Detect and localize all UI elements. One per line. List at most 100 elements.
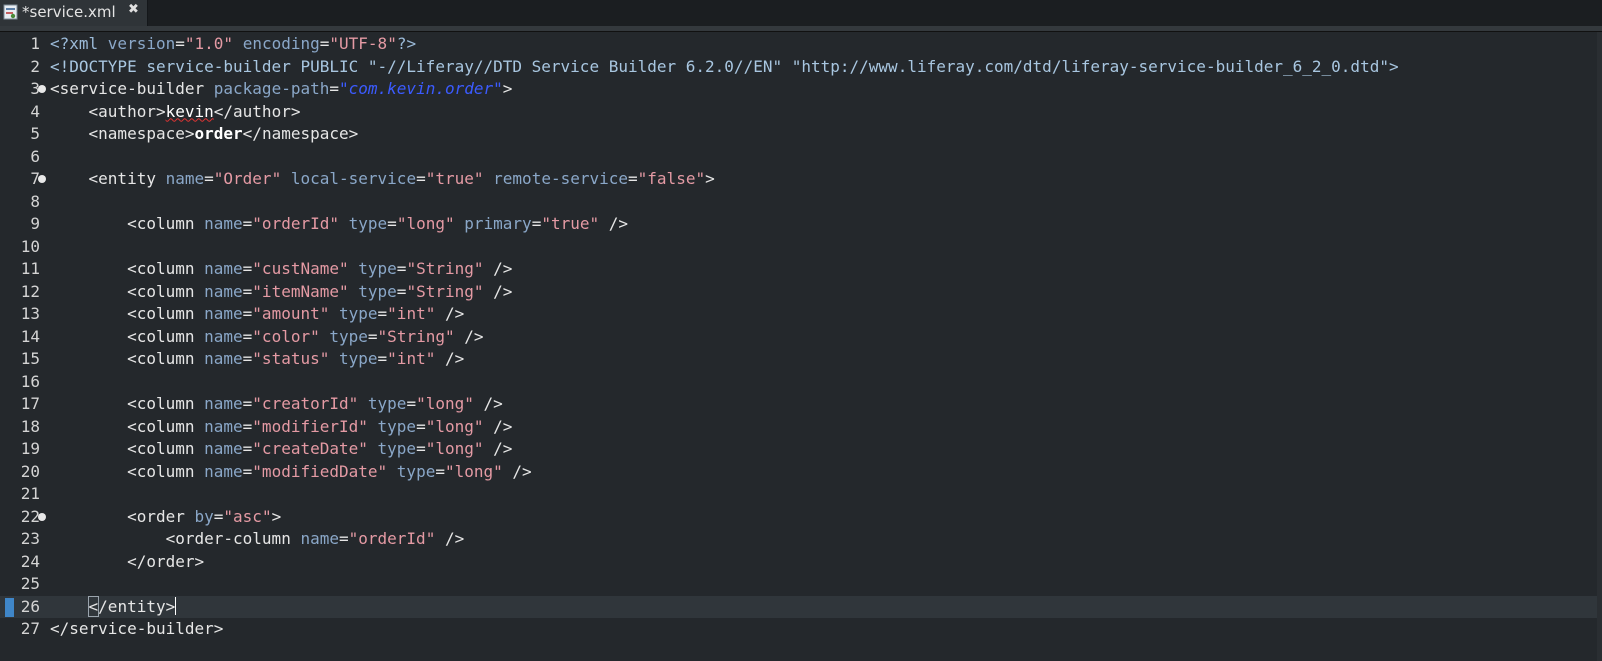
token-tag: =: [377, 304, 388, 323]
code-text: <column name="color" type="String" />: [50, 326, 483, 349]
token-valb: "com.kevin.order": [339, 79, 503, 98]
code-line-5[interactable]: 5 <namespace>order</namespace>: [0, 123, 1602, 146]
code-text: </entity>: [50, 595, 177, 619]
line-number: 16: [20, 371, 40, 391]
token-tag: =: [531, 214, 542, 233]
code-line-12[interactable]: 12 <column name="itemName" type="String"…: [0, 281, 1602, 304]
token-tag: </service-builder>: [50, 619, 224, 638]
code-text: <order by="asc">: [50, 506, 281, 529]
fold-toggle-icon[interactable]: [38, 85, 46, 93]
code-line-23[interactable]: 23 <order-column name="orderId" />: [0, 528, 1602, 551]
token-val: "String": [377, 326, 455, 346]
code-line-1[interactable]: 1 <?xml version="1.0" encoding="UTF-8"?>: [0, 33, 1602, 56]
token-tag: =: [387, 214, 397, 233]
token-val: "long": [425, 416, 484, 436]
token-val: "modifierId": [252, 416, 368, 436]
code-text: <column name="amount" type="int" />: [50, 303, 464, 326]
token-tag: <namespace>: [50, 124, 195, 143]
code-line-26[interactable]: 26 </entity>: [0, 595, 1602, 619]
token-tag: [349, 259, 359, 278]
code-line-7[interactable]: 7 <entity name="Order" local-service="tr…: [0, 168, 1602, 191]
code-line-6[interactable]: 6: [0, 146, 1602, 169]
token-tag: <entity: [50, 169, 166, 188]
token-tag: =: [242, 326, 253, 346]
code-line-17[interactable]: 17 <column name="creatorId" type="long" …: [0, 393, 1602, 416]
code-line-8[interactable]: 8: [0, 191, 1602, 214]
token-bold: order: [194, 124, 243, 143]
close-icon[interactable]: ✖: [128, 2, 139, 17]
token-val: "int": [387, 349, 436, 368]
code-line-4[interactable]: 4 <author>kevin</author>: [0, 101, 1602, 124]
line-number: 17: [20, 394, 40, 413]
token-attr: encoding: [242, 34, 320, 53]
token-attr: name: [204, 281, 243, 301]
code-line-15[interactable]: 15 <column name="status" type="int" />: [0, 348, 1602, 371]
token-tag: <service-builder: [50, 79, 214, 98]
token-attr: type: [348, 214, 388, 233]
code-editor[interactable]: 1 <?xml version="1.0" encoding="UTF-8"?> 2…: [0, 32, 1602, 661]
code-line-19[interactable]: 19 <column name="createDate" type="long"…: [0, 438, 1602, 461]
code-line-10[interactable]: 10: [0, 236, 1602, 259]
token-attr: type: [339, 349, 378, 368]
token-tag: /entity>: [98, 596, 176, 616]
token-tag: />: [483, 439, 513, 458]
code-line-25[interactable]: 25: [0, 573, 1602, 596]
tab-service-xml[interactable]: *service.xml ✖: [0, 0, 148, 26]
token-val: "long": [416, 394, 474, 413]
code-line-22[interactable]: 22 <order by="asc">: [0, 506, 1602, 529]
token-val: "String": [406, 259, 484, 278]
token-tag: =: [319, 34, 330, 53]
token-attr: remote-service: [493, 169, 629, 188]
code-text: </order>: [50, 551, 204, 574]
code-text: <service-builder package-path="com.kevin…: [50, 78, 512, 101]
token-tag: =: [416, 169, 426, 188]
token-attr: local-service: [290, 169, 417, 188]
token-tag: <column: [50, 259, 205, 278]
code-line-11[interactable]: 11 <column name="custName" type="String"…: [0, 258, 1602, 281]
token-tag: =: [628, 169, 638, 188]
token-tag: [358, 394, 368, 413]
token-tag: </author>: [213, 101, 301, 121]
code-line-2[interactable]: 2 <!DOCTYPE service-builder PUBLIC "-//Li…: [0, 56, 1602, 79]
token-tag: [368, 417, 378, 436]
code-text: </service-builder>: [50, 618, 223, 641]
xml-editor-window: *service.xml ✖ 1 <?xml version="1.0" enco…: [0, 0, 1602, 661]
code-line-20[interactable]: 20 <column name="modifiedDate" type="lon…: [0, 461, 1602, 484]
token-val: "int": [387, 304, 436, 323]
fold-toggle-icon[interactable]: [38, 175, 46, 183]
overview-ruler[interactable]: [1597, 32, 1602, 661]
code-line-13[interactable]: 13 <column name="amount" type="int" />: [0, 303, 1602, 326]
token-attr: package-path: [213, 79, 330, 98]
code-line-14[interactable]: 14 <column name="color" type="String" />: [0, 326, 1602, 349]
token-tag: <column: [50, 439, 205, 458]
code-line-27[interactable]: 27 </service-builder>: [0, 618, 1602, 641]
code-line-9[interactable]: 9 <column name="orderId" type="long" pri…: [0, 213, 1602, 236]
token-tag: />: [435, 304, 465, 323]
token-val: "color": [252, 326, 320, 346]
code-line-3[interactable]: 3 <service-builder package-path="com.kevi…: [0, 78, 1602, 101]
code-line-16[interactable]: 16: [0, 371, 1602, 394]
token-tag: />: [435, 349, 465, 368]
code-text: <column name="modifiedDate" type="long" …: [50, 461, 532, 484]
code-text: <?xml version="1.0" encoding="UTF-8"?>: [50, 33, 416, 56]
code-text: <column name="creatorId" type="long" />: [50, 393, 503, 416]
code-text: <namespace>order</namespace>: [50, 123, 359, 146]
code-line-18[interactable]: 18 <column name="modifierId" type="long"…: [0, 416, 1602, 439]
line-number: 5: [30, 124, 40, 143]
token-tag: =: [367, 326, 378, 346]
token-val: "orderId": [252, 214, 339, 233]
token-tag: <column: [50, 326, 205, 346]
token-tag: <order: [50, 506, 195, 526]
token-tag: =: [338, 529, 349, 548]
code-line-21[interactable]: 21: [0, 483, 1602, 506]
code-line-24[interactable]: 24 </order>: [0, 551, 1602, 574]
token-tag: >: [271, 506, 282, 526]
token-tag: </namespace>: [242, 124, 359, 143]
token-tag: =: [175, 34, 185, 53]
token-attr: name: [204, 461, 243, 481]
token-tag: />: [483, 259, 513, 278]
token-val: "false": [637, 169, 706, 188]
token-attr: name: [165, 169, 205, 188]
fold-toggle-icon[interactable]: [38, 512, 46, 521]
line-number: 11: [20, 259, 40, 278]
